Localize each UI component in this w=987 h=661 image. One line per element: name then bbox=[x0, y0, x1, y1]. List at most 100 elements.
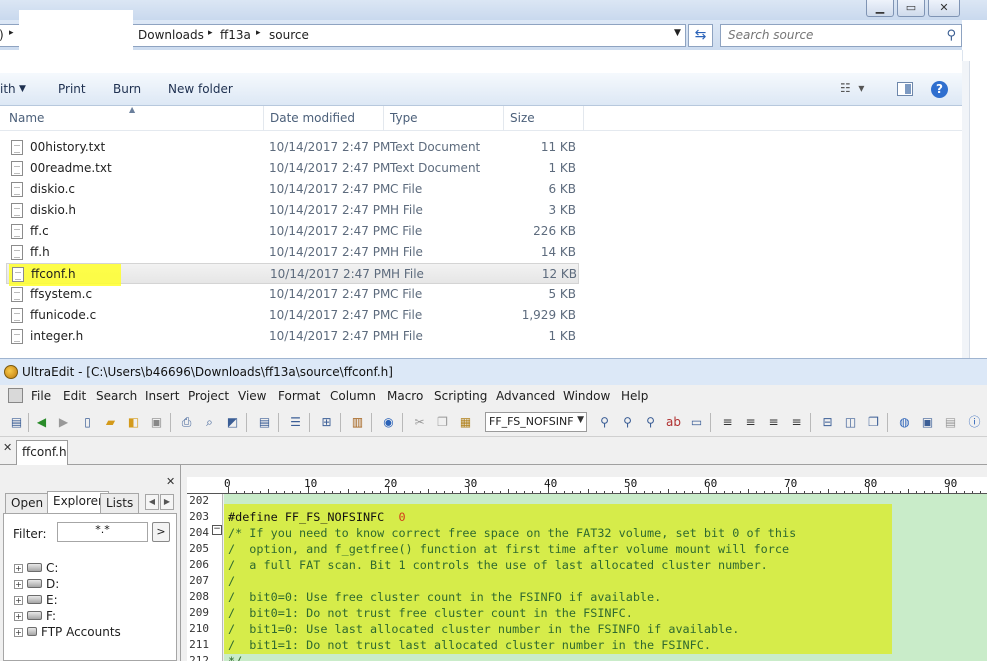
close-button[interactable]: ✕ bbox=[928, 0, 960, 17]
ftp-accounts[interactable]: + FTP Accounts bbox=[14, 625, 121, 641]
menu-insert[interactable]: Insert bbox=[145, 389, 179, 403]
cascade-icon[interactable]: ❐ bbox=[865, 414, 882, 431]
align-right-icon[interactable]: ≡ bbox=[765, 414, 782, 431]
tab-open[interactable]: Open bbox=[5, 493, 50, 513]
file-row[interactable]: 00readme.txt 10/14/2017 2:47 PM Text Doc… bbox=[6, 158, 579, 179]
chevron-down-icon[interactable]: ▼ bbox=[577, 415, 584, 425]
column-divider[interactable] bbox=[503, 106, 504, 131]
paste-icon[interactable]: ▦ bbox=[457, 414, 474, 431]
breadcrumb-arrow-icon[interactable]: ▸ bbox=[256, 28, 261, 38]
function-list-dropdown[interactable]: FF_FS_NOFSINF ▼ bbox=[485, 412, 587, 432]
copy-icon[interactable]: ❐ bbox=[434, 414, 451, 431]
new-file-icon[interactable]: ▯ bbox=[79, 414, 96, 431]
chart-icon[interactable]: ◩ bbox=[224, 414, 241, 431]
tab-ffconf[interactable]: ffconf.h bbox=[16, 440, 68, 465]
document-menu-icon[interactable] bbox=[8, 388, 23, 403]
search-box[interactable]: ⚲ bbox=[720, 24, 962, 47]
drive-d[interactable]: + D: bbox=[14, 577, 59, 593]
scrollbar[interactable] bbox=[962, 61, 970, 358]
breadcrumb-downloads[interactable]: Downloads bbox=[138, 28, 204, 42]
ftp-icon[interactable]: ▣ bbox=[919, 414, 936, 431]
expand-icon[interactable]: + bbox=[14, 564, 23, 573]
column-size[interactable]: Size bbox=[510, 111, 535, 125]
toolbar-icon[interactable]: ▤ bbox=[8, 414, 25, 431]
hex-icon[interactable]: ⊞ bbox=[318, 414, 335, 431]
open-with-menu[interactable]: ith bbox=[0, 82, 16, 96]
file-row[interactable]: ff.h 10/14/2017 2:47 PM H File 14 KB bbox=[6, 242, 579, 263]
menu-advanced[interactable]: Advanced bbox=[496, 389, 555, 403]
menu-search[interactable]: Search bbox=[96, 389, 137, 403]
minimize-button[interactable]: ▁ bbox=[866, 0, 894, 17]
address-dropdown-icon[interactable]: ▼ bbox=[674, 28, 681, 38]
tab-lists[interactable]: Lists bbox=[100, 493, 140, 513]
column-divider[interactable] bbox=[583, 106, 584, 131]
menu-edit[interactable]: Edit bbox=[63, 389, 86, 403]
expand-icon[interactable]: + bbox=[14, 580, 23, 589]
info-icon[interactable]: ⓘ bbox=[966, 414, 983, 431]
column-date-modified[interactable]: Date modified bbox=[270, 111, 355, 125]
menu-project[interactable]: Project bbox=[188, 389, 229, 403]
tab-next-icon[interactable]: ▶ bbox=[160, 494, 174, 510]
split-horizontal-icon[interactable]: ⊟ bbox=[819, 414, 836, 431]
breadcrumb-ff13a[interactable]: ff13a bbox=[220, 28, 251, 42]
find-next-icon[interactable]: ⚲ bbox=[619, 414, 636, 431]
browser-icon[interactable]: ◍ bbox=[896, 414, 913, 431]
align-left-icon[interactable]: ≡ bbox=[719, 414, 736, 431]
web-icon[interactable]: ◉ bbox=[380, 414, 397, 431]
tab-prev-icon[interactable]: ◀ bbox=[145, 494, 159, 510]
drive-e[interactable]: + E: bbox=[14, 593, 58, 609]
filter-input[interactable]: *.* bbox=[57, 522, 148, 542]
expand-icon[interactable]: + bbox=[14, 596, 23, 605]
save-icon[interactable]: ▣ bbox=[148, 414, 165, 431]
column-name[interactable]: Name bbox=[9, 111, 44, 125]
file-row[interactable]: 00history.txt 10/14/2017 2:47 PM Text Do… bbox=[6, 137, 579, 158]
column-divider[interactable] bbox=[263, 106, 264, 131]
print-preview-icon[interactable]: ⌕ bbox=[201, 414, 218, 431]
close-icon[interactable]: ✕ bbox=[166, 475, 175, 488]
tool-icon[interactable]: ▤ bbox=[942, 414, 959, 431]
preview-pane-icon[interactable] bbox=[897, 82, 913, 96]
replace-icon[interactable]: ab bbox=[665, 414, 682, 431]
close-icon[interactable]: ✕ bbox=[3, 441, 12, 454]
goto-icon[interactable]: ▭ bbox=[688, 414, 705, 431]
drive-c[interactable]: + C: bbox=[14, 561, 58, 577]
print-icon[interactable]: ⎙ bbox=[178, 414, 195, 431]
expand-icon[interactable]: + bbox=[14, 612, 23, 621]
open-folder-icon[interactable]: ▰ bbox=[102, 414, 119, 431]
word-wrap-icon[interactable]: ☰ bbox=[287, 414, 304, 431]
view-options-icon[interactable]: ☷ ▾ bbox=[840, 81, 864, 95]
justify-icon[interactable]: ≡ bbox=[788, 414, 805, 431]
open-icon[interactable]: ◧ bbox=[125, 414, 142, 431]
menu-format[interactable]: Format bbox=[278, 389, 320, 403]
forward-icon[interactable]: ▶ bbox=[55, 414, 72, 431]
back-icon[interactable]: ◀ bbox=[33, 414, 50, 431]
maximize-button[interactable]: ▭ bbox=[897, 0, 925, 17]
breadcrumb-source[interactable]: source bbox=[269, 28, 309, 42]
menu-view[interactable]: View bbox=[238, 389, 266, 403]
new-folder-button[interactable]: New folder bbox=[168, 82, 233, 96]
column-divider[interactable] bbox=[383, 106, 384, 131]
refresh-button[interactable]: ⇆ bbox=[688, 24, 713, 47]
column-type[interactable]: Type bbox=[390, 111, 418, 125]
menu-window[interactable]: Window bbox=[563, 389, 610, 403]
align-center-icon[interactable]: ≡ bbox=[742, 414, 759, 431]
menu-file[interactable]: File bbox=[31, 389, 51, 403]
expand-icon[interactable]: + bbox=[14, 628, 23, 637]
collapse-icon[interactable]: − bbox=[212, 525, 222, 535]
file-row[interactable]: ff.c 10/14/2017 2:47 PM C File 226 KB bbox=[6, 221, 579, 242]
file-row-selected[interactable]: ffconf.h 10/14/2017 2:47 PM H File 12 KB bbox=[6, 263, 579, 286]
menu-scripting[interactable]: Scripting bbox=[434, 389, 487, 403]
breadcrumb-arrow-icon[interactable]: ▸ bbox=[9, 28, 14, 38]
menu-help[interactable]: Help bbox=[621, 389, 648, 403]
properties-icon[interactable]: ▥ bbox=[349, 414, 366, 431]
burn-button[interactable]: Burn bbox=[113, 82, 141, 96]
cut-icon[interactable]: ✂ bbox=[411, 414, 428, 431]
help-icon[interactable]: ? bbox=[931, 81, 948, 98]
find-icon[interactable]: ⚲ bbox=[596, 414, 613, 431]
menu-column[interactable]: Column bbox=[330, 389, 376, 403]
file-row[interactable]: diskio.h 10/14/2017 2:47 PM H File 3 KB bbox=[6, 200, 579, 221]
code-editor[interactable]: #define FF_FS_NOFSINFC 0 /* If you need … bbox=[224, 494, 987, 661]
split-vertical-icon[interactable]: ◫ bbox=[842, 414, 859, 431]
file-row[interactable]: ffunicode.c 10/14/2017 2:47 PM C File 1,… bbox=[6, 305, 579, 326]
breadcrumb-arrow-icon[interactable]: ▸ bbox=[208, 28, 213, 38]
